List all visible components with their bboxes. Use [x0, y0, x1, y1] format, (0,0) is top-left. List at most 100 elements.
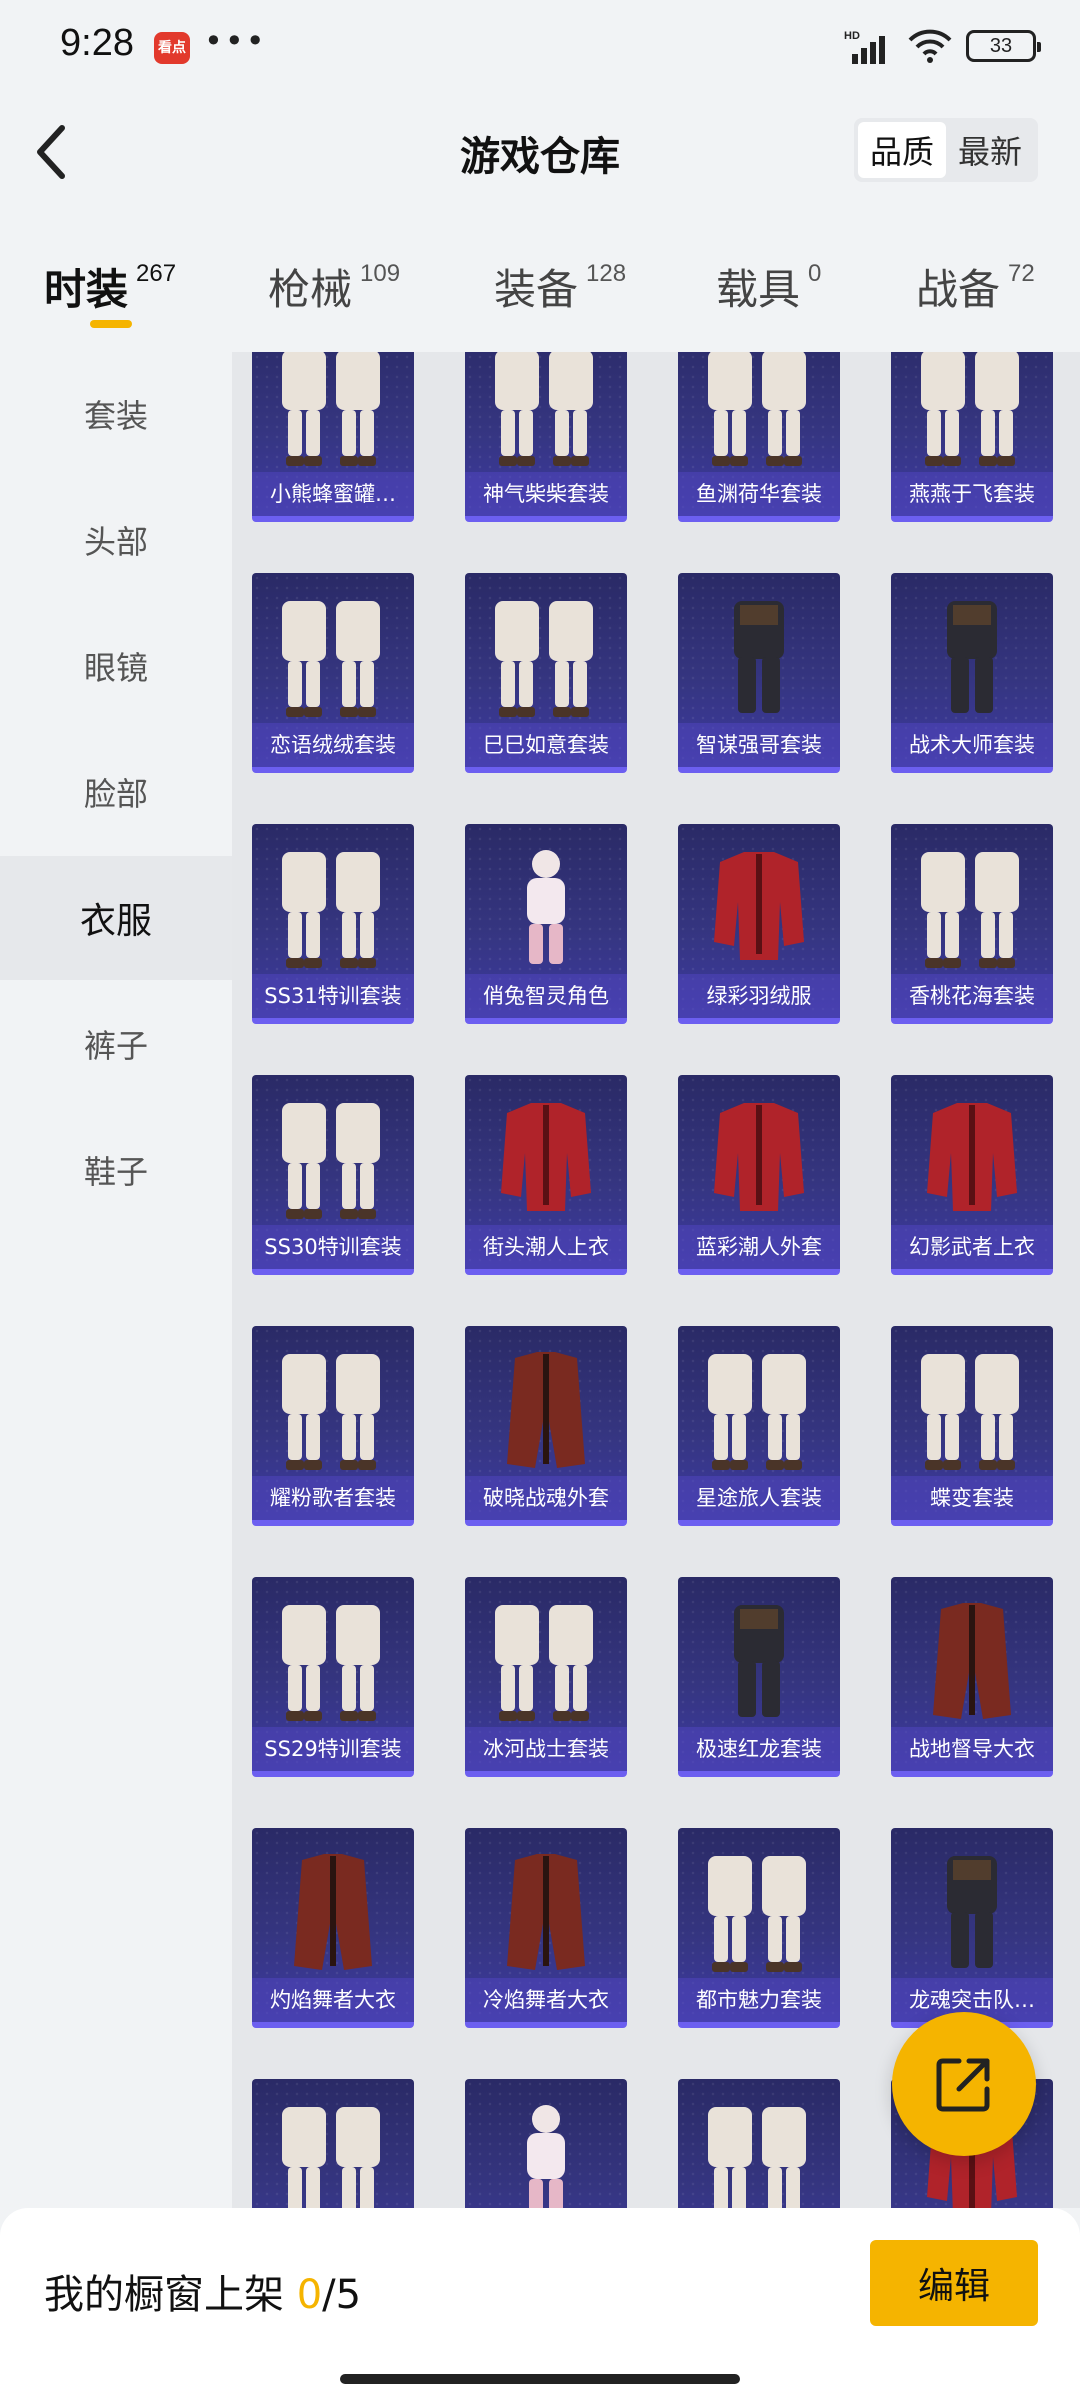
item-card[interactable]: 耀粉歌者套装: [252, 1326, 414, 1526]
item-name: 燕燕于飞套装: [891, 472, 1053, 516]
outfit-set-icon: [700, 1344, 818, 1474]
outfit-single-icon: [700, 591, 818, 721]
tab-label: 时装: [44, 265, 129, 314]
jacket-icon: [700, 842, 818, 972]
character-icon: [487, 842, 605, 972]
item-card[interactable]: 街头潮人上衣: [465, 1075, 627, 1275]
sort-quality-button[interactable]: 品质: [858, 122, 946, 178]
hd-label: HD: [844, 30, 860, 42]
item-card[interactable]: 冷焰舞者大衣: [465, 1828, 627, 2028]
item-card[interactable]: 都市魅力套装: [678, 1828, 840, 2028]
item-card[interactable]: 蝶变套装: [891, 1326, 1053, 1526]
tab-label: 枪械: [268, 265, 353, 314]
item-card[interactable]: 俏兔智灵角色: [465, 824, 627, 1024]
item-card[interactable]: 绿彩羽绒服: [678, 824, 840, 1024]
outfit-single-icon: [700, 1595, 818, 1725]
coat-icon: [913, 1595, 1031, 1725]
tab-count: 0: [808, 260, 822, 287]
item-name: 战术大师套装: [891, 723, 1053, 767]
item-name: 鱼渊荷华套装: [678, 472, 840, 516]
sidebar-item-face[interactable]: 脸部: [0, 730, 232, 854]
showcase-status: 我的橱窗上架 0/5: [44, 2262, 361, 2320]
item-card[interactable]: 星途旅人套装: [678, 1326, 840, 1526]
tab-label: 战备: [916, 265, 1001, 314]
tab-supplies[interactable]: 战备 72: [916, 256, 1035, 317]
item-card[interactable]: SS30特训套装: [252, 1075, 414, 1275]
item-card[interactable]: SS31特训套装: [252, 824, 414, 1024]
jacket-icon: [913, 1093, 1031, 1223]
item-card[interactable]: 冰河战士套装: [465, 1577, 627, 1777]
item-card[interactable]: 蓝彩潮人外套: [678, 1075, 840, 1275]
item-name: 俏兔智灵角色: [465, 974, 627, 1018]
outfit-set-icon: [487, 352, 605, 470]
category-tabs: 时装 267 枪械 109 装备 128 载具 0 战备 72: [0, 232, 1080, 342]
item-card[interactable]: 灼焰舞者大衣: [252, 1828, 414, 2028]
item-card[interactable]: 鱼渊荷华套装: [678, 352, 840, 522]
outfit-single-icon: [913, 1846, 1031, 1976]
item-card[interactable]: 龙魂突击队…: [891, 1828, 1053, 2028]
sidebar-item-shoes[interactable]: 鞋子: [0, 1108, 232, 1232]
sidebar-item-suits[interactable]: 套装: [0, 352, 232, 476]
item-card[interactable]: 战地督导大衣: [891, 1577, 1053, 1777]
item-card[interactable]: 智谋强哥套装: [678, 573, 840, 773]
showcase-count: 0: [296, 2272, 323, 2318]
item-card[interactable]: 神气柴柴套装: [465, 352, 627, 522]
outfit-set-icon: [487, 591, 605, 721]
item-card[interactable]: 巳巳如意套装: [465, 573, 627, 773]
item-name: 绿彩羽绒服: [678, 974, 840, 1018]
share-button[interactable]: [892, 2012, 1036, 2156]
status-time: 9:28: [60, 22, 134, 64]
item-name: 蝶变套装: [891, 1476, 1053, 1520]
edit-button[interactable]: 编辑: [870, 2240, 1038, 2326]
item-card[interactable]: 战术大师套装: [891, 573, 1053, 773]
tab-count: 109: [360, 260, 401, 287]
item-name: 巳巳如意套装: [465, 723, 627, 767]
outfit-set-icon: [913, 352, 1031, 470]
tab-fashion[interactable]: 时装 267: [44, 256, 176, 317]
outfit-set-icon: [700, 2097, 818, 2208]
sidebar-item-glasses[interactable]: 眼镜: [0, 604, 232, 728]
wifi-icon: [908, 29, 952, 63]
item-name: SS30特训套装: [252, 1225, 414, 1269]
item-card[interactable]: 香桃花海套装: [891, 824, 1053, 1024]
sidebar: 套装 头部 眼镜 脸部 衣服 裤子 鞋子: [0, 352, 232, 2208]
tab-equipment[interactable]: 装备 128: [494, 256, 626, 317]
item-name: 耀粉歌者套装: [252, 1476, 414, 1520]
item-card[interactable]: [252, 2079, 414, 2208]
item-card[interactable]: 破晓战魂外套: [465, 1326, 627, 1526]
outfit-set-icon: [274, 842, 392, 972]
coat-icon: [487, 1344, 605, 1474]
item-card[interactable]: [465, 2079, 627, 2208]
outfit-set-icon: [274, 1344, 392, 1474]
jacket-icon: [487, 1093, 605, 1223]
item-card[interactable]: SS29特训套装: [252, 1577, 414, 1777]
item-name: 智谋强哥套装: [678, 723, 840, 767]
item-card[interactable]: 恋语绒绒套装: [252, 573, 414, 773]
battery-icon: 33: [966, 30, 1041, 62]
sidebar-item-head[interactable]: 头部: [0, 478, 232, 602]
item-name: 都市魅力套装: [678, 1978, 840, 2022]
tab-count: 72: [1008, 260, 1035, 287]
tab-firearms[interactable]: 枪械 109: [268, 256, 400, 317]
item-card[interactable]: 小熊蜂蜜罐…: [252, 352, 414, 522]
sidebar-item-clothes[interactable]: 衣服: [0, 856, 232, 980]
sort-newest-button[interactable]: 最新: [946, 122, 1034, 178]
showcase-total: /5: [322, 2272, 362, 2318]
sort-toggle: 品质 最新: [854, 118, 1038, 182]
sidebar-item-pants[interactable]: 裤子: [0, 982, 232, 1106]
item-name: 冷焰舞者大衣: [465, 1978, 627, 2022]
outfit-set-icon: [274, 2097, 392, 2208]
item-card[interactable]: 燕燕于飞套装: [891, 352, 1053, 522]
item-card[interactable]: 极速红龙套装: [678, 1577, 840, 1777]
item-name: SS31特训套装: [252, 974, 414, 1018]
outfit-set-icon: [274, 352, 392, 470]
tab-vehicles[interactable]: 载具 0: [716, 256, 821, 317]
item-name: SS29特训套装: [252, 1727, 414, 1771]
item-card[interactable]: [678, 2079, 840, 2208]
more-notifications-icon: •••: [204, 22, 267, 60]
home-indicator[interactable]: [340, 2374, 740, 2384]
item-name: 神气柴柴套装: [465, 472, 627, 516]
showcase-label: 我的橱窗上架: [44, 2272, 284, 2318]
jacket-icon: [700, 1093, 818, 1223]
item-card[interactable]: 幻影武者上衣: [891, 1075, 1053, 1275]
